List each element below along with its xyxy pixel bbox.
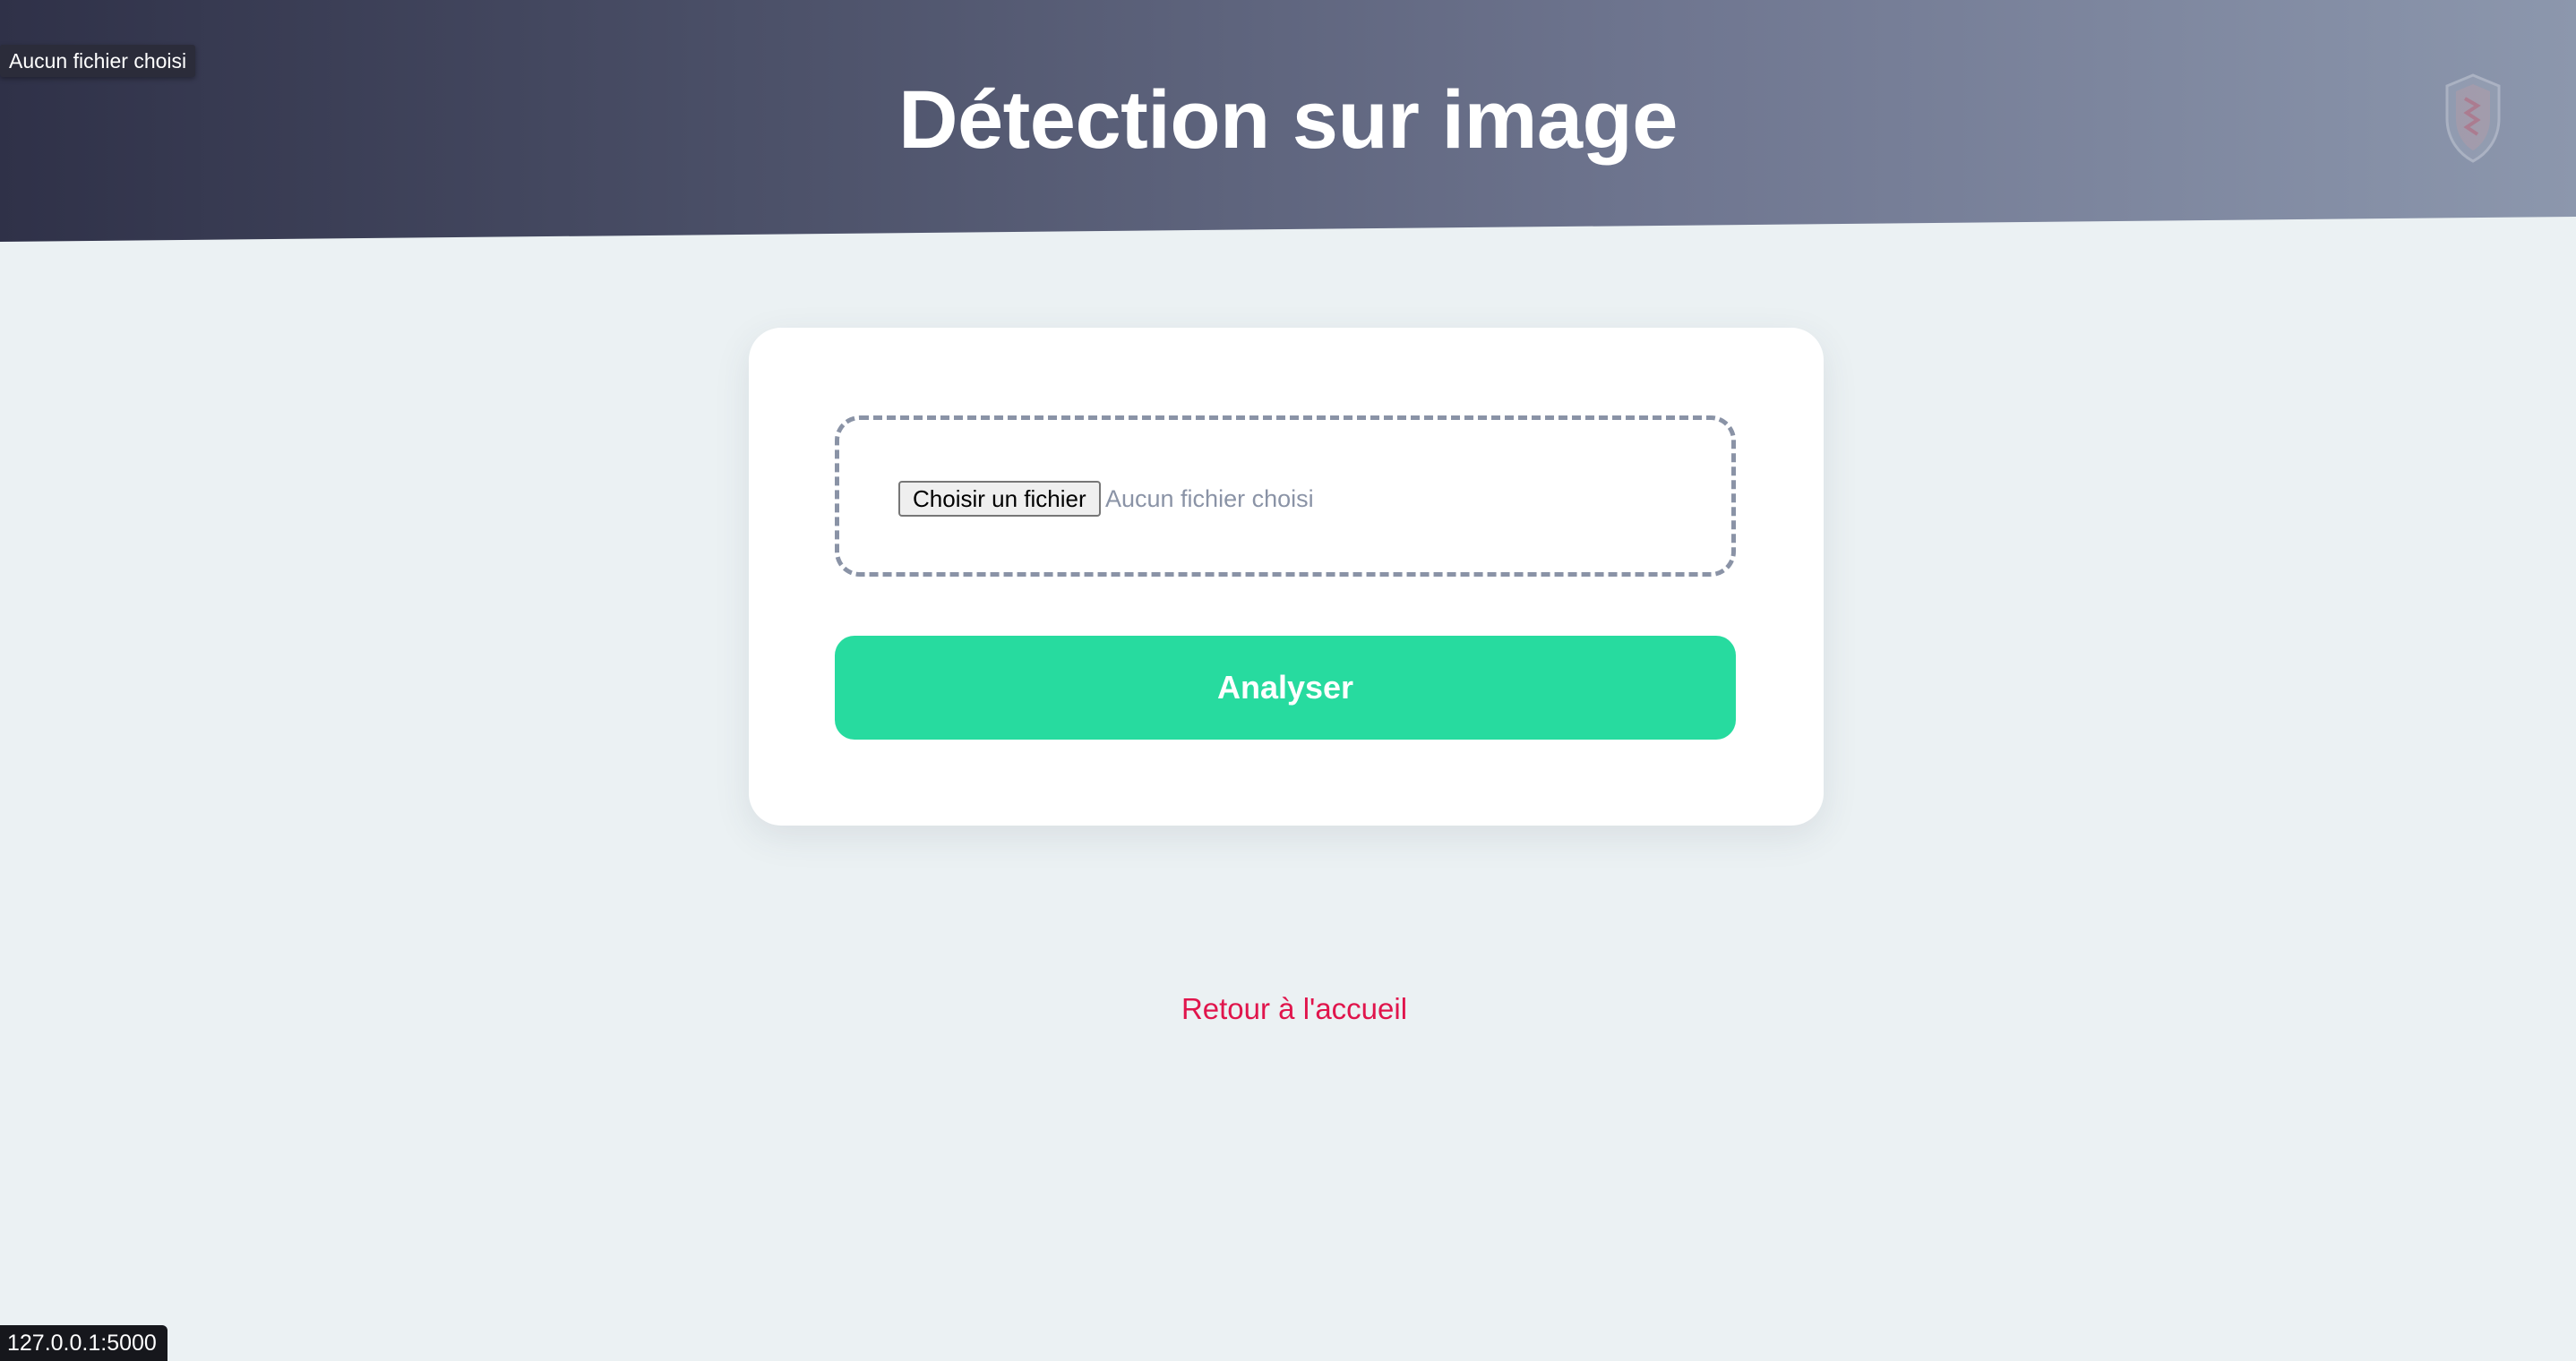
file-status-text: Aucun fichier choisi	[1105, 485, 1314, 512]
file-tooltip: Aucun fichier choisi	[0, 45, 196, 77]
analyze-button[interactable]: Analyser	[835, 636, 1736, 740]
back-home-link[interactable]: Retour à l'accueil	[0, 990, 2576, 1028]
browser-status-url: 127.0.0.1:5000	[0, 1325, 167, 1361]
choose-file-button[interactable]: Choisir un fichier	[898, 481, 1101, 517]
page-title: Détection sur image	[898, 74, 1678, 166]
upload-card: Choisir un fichier Aucun fichier choisi …	[749, 328, 1824, 826]
file-dropzone[interactable]: Choisir un fichier Aucun fichier choisi	[835, 415, 1736, 577]
shield-icon	[2442, 72, 2504, 165]
